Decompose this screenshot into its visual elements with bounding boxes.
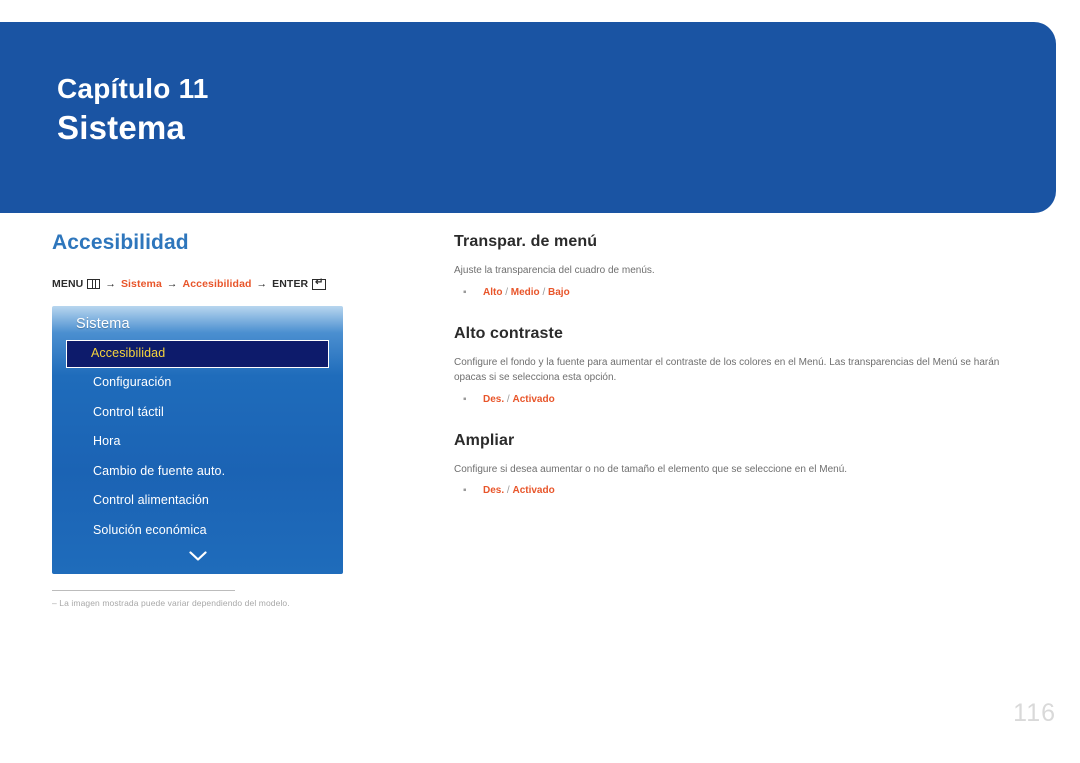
- page-number: 116: [1013, 699, 1056, 727]
- topic-options: ▪ Des. / Activado: [463, 484, 1014, 498]
- topic-title: Transpar. de menú: [454, 233, 598, 250]
- topic-alto-contraste: Alto contraste Configure el fondo y la f…: [454, 325, 1014, 407]
- osd-menu-list: Accesibilidad Configuración Control táct…: [52, 340, 343, 545]
- chevron-down-icon[interactable]: [52, 550, 343, 566]
- topic-options-text: Des. / Activado: [483, 485, 555, 496]
- bullet-icon: ▪: [463, 393, 467, 405]
- chapter-banner: Capítulo 11 Sistema: [0, 22, 1056, 213]
- osd-item-hora[interactable]: Hora: [66, 427, 329, 457]
- footnote-divider: [52, 590, 235, 591]
- osd-item-configuracion[interactable]: Configuración: [66, 368, 329, 398]
- breadcrumb-arrow-3: →: [256, 278, 268, 290]
- osd-menu-header: Sistema: [76, 316, 130, 332]
- left-column: Accesibilidad MENU → Sistema → Accesibil…: [52, 231, 412, 608]
- right-column: Transpar. de menú Ajuste la transparenci…: [454, 233, 1014, 520]
- footnote-block: ‒ La imagen mostrada puede variar depend…: [52, 590, 290, 608]
- topic-options: ▪ Alto / Medio / Bajo: [463, 286, 1014, 300]
- osd-item-solucion-economica[interactable]: Solución económica: [66, 516, 329, 546]
- breadcrumb: MENU → Sistema → Accesibilidad → ENTER ↵: [52, 277, 412, 290]
- chapter-title: Sistema: [57, 109, 185, 146]
- osd-item-cambio-de-fuente-auto[interactable]: Cambio de fuente auto.: [66, 457, 329, 487]
- footnote-text: ‒ La imagen mostrada puede variar depend…: [52, 598, 290, 608]
- breadcrumb-enter-label: ENTER: [272, 278, 309, 290]
- osd-menu-panel: Sistema Accesibilidad Configuración Cont…: [52, 306, 343, 574]
- bullet-icon: ▪: [463, 485, 467, 496]
- breadcrumb-arrow-1: →: [105, 278, 116, 290]
- breadcrumb-step-sistema: Sistema: [120, 278, 162, 290]
- topic-options-text: Des. / Activado: [483, 393, 555, 405]
- topic-description: Configure si desea aumentar o no de tama…: [454, 463, 848, 475]
- osd-item-control-tactil[interactable]: Control táctil: [66, 398, 329, 428]
- topic-title: Ampliar: [454, 431, 515, 449]
- osd-item-control-alimentacion[interactable]: Control alimentación: [66, 486, 329, 516]
- page-title: Accesibilidad: [52, 231, 189, 254]
- menu-icon: [87, 279, 101, 289]
- breadcrumb-arrow-2: →: [166, 278, 178, 290]
- osd-item-accesibilidad[interactable]: Accesibilidad: [66, 340, 329, 368]
- topic-transpar-de-menu: Transpar. de menú Ajuste la transparenci…: [454, 233, 1014, 300]
- topic-description: Ajuste la transparencia del cuadro de me…: [454, 265, 655, 276]
- enter-key-icon: ↵: [312, 277, 327, 290]
- breadcrumb-menu-label: MENU: [52, 278, 84, 290]
- topic-description: Configure el fondo y la fuente para aume…: [454, 356, 1000, 384]
- chapter-label: Capítulo 11: [57, 73, 209, 104]
- topic-title: Alto contraste: [454, 324, 563, 342]
- bullet-icon: ▪: [463, 286, 467, 298]
- topic-ampliar: Ampliar Configure si desea aumentar o no…: [454, 432, 1014, 499]
- breadcrumb-step-accesibilidad: Accesibilidad: [182, 278, 252, 290]
- topic-options-text: Alto / Medio / Bajo: [483, 286, 570, 298]
- topic-options: ▪ Des. / Activado: [463, 393, 1014, 407]
